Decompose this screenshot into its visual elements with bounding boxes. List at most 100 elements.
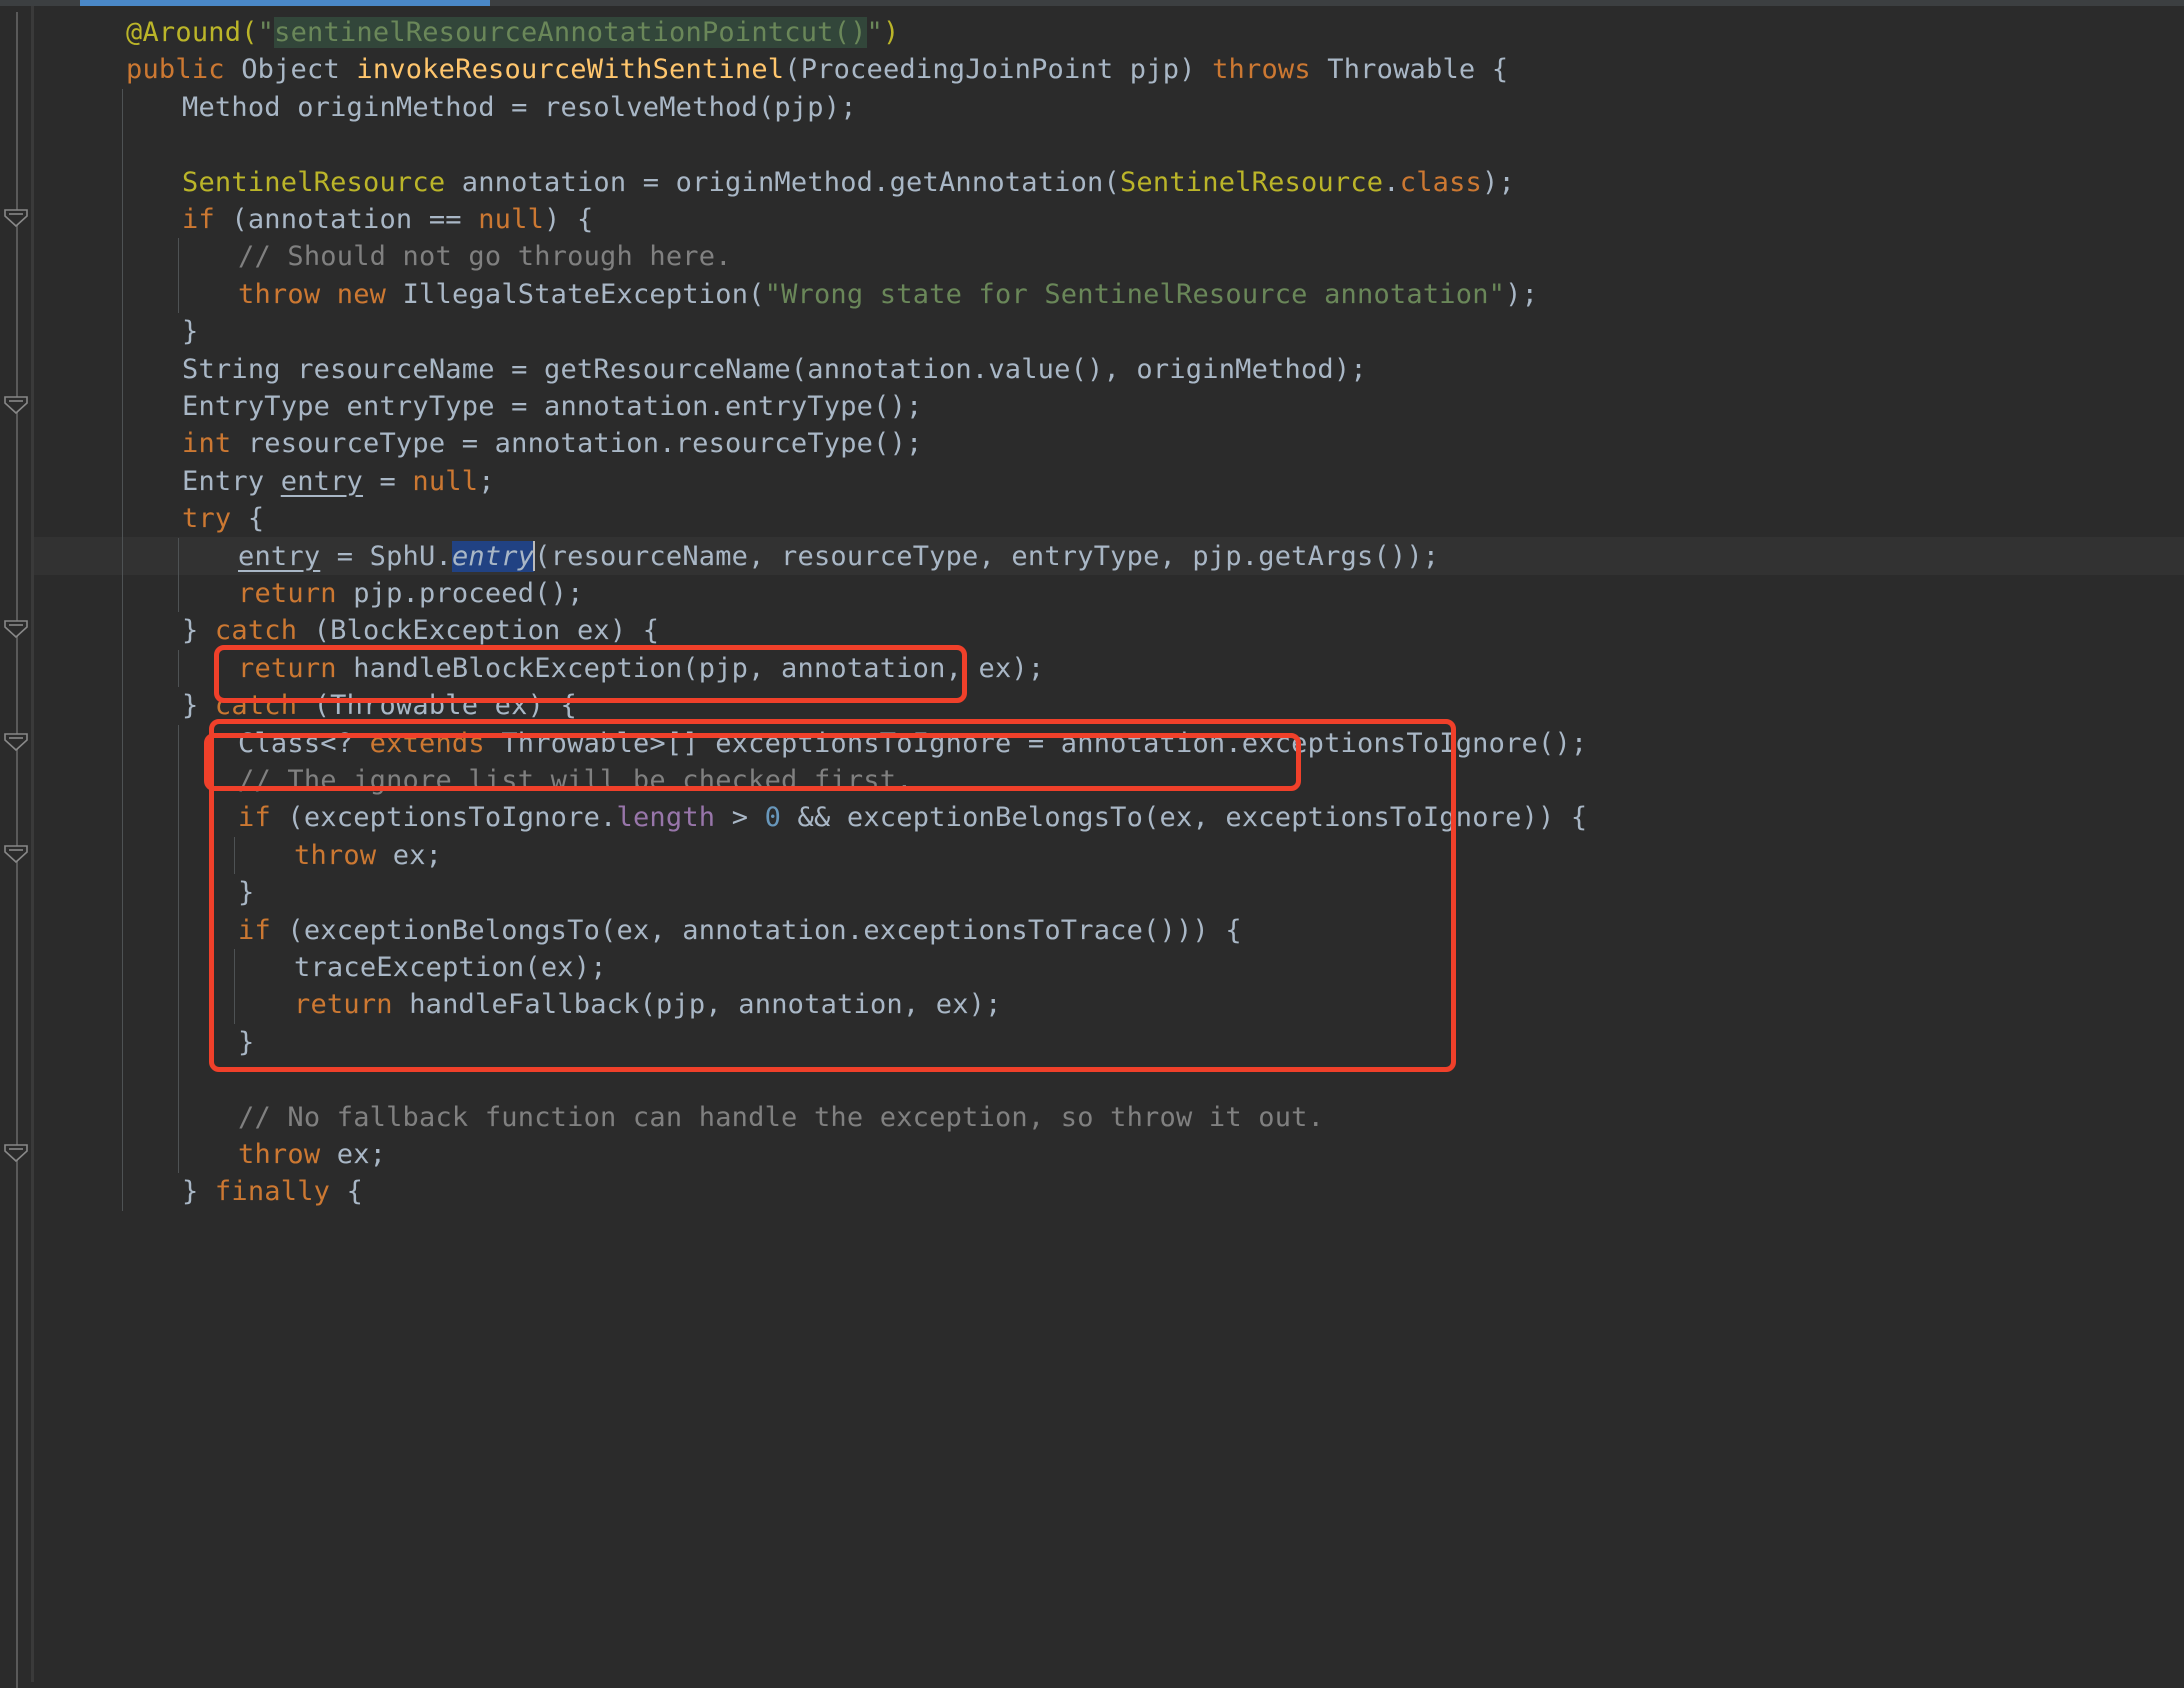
code-token: int <box>182 428 232 460</box>
code-token: length <box>616 802 716 834</box>
code-token: invokeResourceWithSentinel <box>356 54 785 86</box>
code-line[interactable]: return handleBlockException(pjp, annotat… <box>34 650 1044 687</box>
code-line[interactable]: } <box>34 313 198 350</box>
code-line[interactable]: if (exceptionsToIgnore.length > 0 && exc… <box>34 799 1587 836</box>
code-token: return <box>294 989 393 1021</box>
code-editor[interactable]: @Around("sentinelResourceAnnotationPoint… <box>0 0 2184 1688</box>
code-line[interactable]: } <box>34 1024 254 1061</box>
code-line[interactable]: EntryType entryType = annotation.entryTy… <box>34 388 923 425</box>
code-token: null <box>478 204 545 235</box>
code-token: "Wrong state for SentinelResource annota… <box>764 278 1506 310</box>
code-token: EntryType entryType = annotation.entryTy… <box>182 391 923 422</box>
code-token: ); <box>1505 278 1539 310</box>
code-token: class <box>1399 166 1483 198</box>
editor-gutter[interactable] <box>0 6 34 1688</box>
code-token: handleBlockException(pjp, annotation, ex… <box>336 652 1045 684</box>
code-token: (BlockException ex) { <box>297 615 660 647</box>
code-token: new <box>336 278 387 310</box>
code-token: ; <box>478 465 495 497</box>
code-token: } <box>182 1176 215 1208</box>
code-token: resourceType = annotation.resourceType()… <box>231 428 923 460</box>
code-line[interactable]: } <box>34 874 254 911</box>
code-token: ) <box>883 17 900 48</box>
code-line[interactable]: throw new IllegalStateException("Wrong s… <box>34 276 1538 313</box>
code-line[interactable]: throw ex; <box>34 1136 386 1173</box>
code-line[interactable]: int resourceType = annotation.resourceTy… <box>34 425 923 462</box>
code-token: (exceptionsToIgnore. <box>270 802 617 834</box>
code-token: // No fallback function can handle the e… <box>238 1101 1325 1133</box>
code-token: // Should not go through here. <box>238 241 732 273</box>
code-token: throw <box>238 1139 321 1170</box>
code-token: " <box>866 17 883 48</box>
code-token: } <box>238 1026 255 1058</box>
code-line[interactable]: String resourceName = getResourceName(an… <box>34 351 1367 388</box>
code-token: traceException(ex); <box>294 952 607 983</box>
code-line[interactable]: if (exceptionBelongsTo(ex, annotation.ex… <box>34 912 1242 949</box>
code-token: catch <box>214 615 298 647</box>
code-token: } <box>182 690 215 722</box>
fold-collapse-arrow-icon[interactable] <box>2 731 30 753</box>
code-token: entry <box>280 465 364 497</box>
code-token: ex; <box>376 839 443 871</box>
code-line[interactable]: public Object invokeResourceWithSentinel… <box>34 51 1508 88</box>
fold-collapse-arrow-icon[interactable] <box>2 1142 30 1164</box>
code-token: } <box>182 615 215 647</box>
code-token: } <box>238 877 255 909</box>
code-token: ); <box>1482 166 1515 198</box>
code-line[interactable]: if (annotation == null) { <box>34 201 593 238</box>
code-token: (exceptionBelongsTo(ex, annotation.excep… <box>270 914 1242 946</box>
code-line[interactable]: return handleFallback(pjp, annotation, e… <box>34 986 1002 1023</box>
code-line[interactable]: try { <box>34 500 264 537</box>
code-token: " <box>257 17 275 48</box>
code-line[interactable]: } catch (Throwable ex) { <box>34 687 577 724</box>
code-token: Throwable { <box>1310 54 1509 86</box>
code-line[interactable]: } catch (BlockException ex) { <box>34 612 659 649</box>
code-token: . <box>1383 166 1400 198</box>
code-token: { <box>330 1176 364 1208</box>
code-line[interactable]: @Around("sentinelResourceAnnotationPoint… <box>34 14 899 51</box>
code-token: } <box>182 316 199 348</box>
code-line[interactable]: } finally { <box>34 1173 363 1210</box>
code-line[interactable]: // The ignore list will be checked first… <box>34 762 913 799</box>
code-line[interactable] <box>34 126 70 163</box>
code-token: throw <box>294 839 377 871</box>
code-line[interactable]: return pjp.proceed(); <box>34 575 584 612</box>
code-token: pjp.proceed(); <box>336 578 584 609</box>
code-line[interactable]: throw ex; <box>34 837 442 874</box>
code-line[interactable]: entry = SphU.entry(resourceName, resourc… <box>34 538 1439 575</box>
code-line[interactable]: // No fallback function can handle the e… <box>34 1099 1324 1136</box>
code-token: Throwable>[] exceptionsToIgnore = annota… <box>484 727 1588 759</box>
code-token: Class<? <box>238 727 370 759</box>
code-token: SentinelResource <box>182 166 446 198</box>
code-token: catch <box>214 690 298 722</box>
code-token: Object <box>224 54 357 86</box>
code-line[interactable]: // Should not go through here. <box>34 238 732 275</box>
code-token: (ProceedingJoinPoint pjp) <box>784 54 1213 86</box>
code-area[interactable]: @Around("sentinelResourceAnnotationPoint… <box>34 6 2184 1682</box>
code-token: && exceptionBelongsTo(ex, exceptionsToIg… <box>781 802 1588 834</box>
fold-collapse-arrow-icon[interactable] <box>2 207 30 229</box>
code-token: throw <box>238 278 321 310</box>
code-token: SentinelResource <box>1119 166 1384 198</box>
code-line[interactable]: traceException(ex); <box>34 949 607 986</box>
code-token: String resourceName = getResourceName(an… <box>182 353 1367 385</box>
code-line[interactable]: SentinelResource annotation = originMeth… <box>34 164 1515 201</box>
code-token: if <box>238 914 271 946</box>
code-token: (annotation == <box>214 204 479 235</box>
selected-token: entry <box>451 540 535 572</box>
code-token: = SphU. <box>320 540 452 572</box>
code-line[interactable] <box>34 1061 70 1098</box>
code-token: if <box>238 802 271 834</box>
fold-collapse-arrow-icon[interactable] <box>2 618 30 640</box>
fold-collapse-arrow-icon[interactable] <box>2 394 30 416</box>
code-line[interactable]: Entry entry = null; <box>34 463 495 500</box>
code-line[interactable]: Method originMethod = resolveMethod(pjp)… <box>34 89 857 126</box>
code-token: @Around( <box>126 17 258 48</box>
code-line[interactable]: Class<? extends Throwable>[] exceptionsT… <box>34 725 1587 762</box>
code-token: Method originMethod = resolveMethod(pjp)… <box>182 91 857 123</box>
code-token: 0 <box>764 802 782 834</box>
fold-collapse-arrow-icon[interactable] <box>2 843 30 865</box>
code-token: > <box>715 802 765 834</box>
code-token: return <box>238 578 337 609</box>
